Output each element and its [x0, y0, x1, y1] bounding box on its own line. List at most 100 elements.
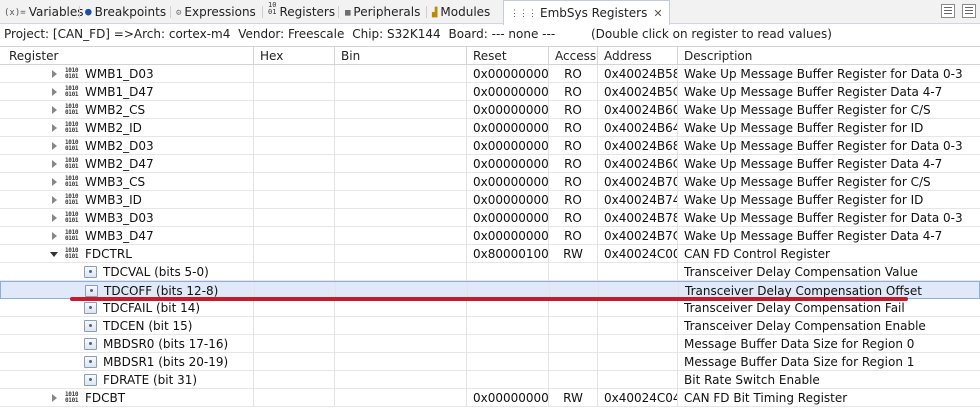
address-cell: 0x40024C00	[598, 245, 678, 263]
reset-cell	[467, 263, 549, 281]
tab-embsys-registers[interactable]: ⋮⋮⋮ EmbSys Registers ✕	[503, 0, 670, 25]
close-icon[interactable]: ✕	[653, 7, 662, 20]
expressions-icon: ⚙	[176, 8, 182, 18]
field-row[interactable]: TDCFAIL (bit 14) Transceiver Delay Compen…	[0, 299, 980, 317]
register-row[interactable]: 1010 0101 WMB3_D03 0x00000000 RO 0x40024B78 Wa…	[0, 209, 980, 227]
peripherals-icon: ▦	[345, 8, 351, 18]
expand-arrow-icon[interactable]	[52, 196, 57, 204]
register-row[interactable]: 1010 0101 WMB3_CS 0x00000000 RO 0x40024B70 Wak…	[0, 173, 980, 191]
register-icon: 1010 0101	[65, 67, 79, 80]
expand-arrow-icon[interactable]	[52, 124, 57, 132]
board-info: Board: --- none ---	[448, 27, 556, 41]
breakpoint-icon: ●	[85, 5, 92, 18]
tab-registers[interactable]: 10 01 Registers	[268, 0, 335, 24]
register-row[interactable]: 1010 0101 WMB3_D47 0x00000000 RO 0x40024B7C Wa…	[0, 227, 980, 245]
bin-cell	[335, 173, 467, 191]
tab-breakpoints[interactable]: ● Breakpoints	[85, 0, 166, 24]
register-row[interactable]: 1010 0101 WMB1_D03 0x00000000 RO 0x40024B58 Wa…	[0, 65, 980, 83]
tab-label: Registers	[279, 5, 336, 19]
reset-cell: 0x00000000	[467, 173, 549, 191]
view-tab-bar: (x)= Variables ● Breakpoints ⚙ Expressions …	[0, 0, 980, 25]
register-table: Register Hex Bin Reset Access Address De…	[0, 46, 980, 407]
column-header-register[interactable]: Register	[0, 47, 254, 65]
register-name: FDCTRL	[85, 247, 132, 261]
column-header-access[interactable]: Access	[549, 47, 598, 65]
address-cell: 0x40024B60	[598, 101, 678, 119]
expand-arrow-icon[interactable]	[52, 70, 57, 78]
field-row[interactable]: MBDSR1 (bits 20-19) Message Buffer Data S…	[0, 353, 980, 371]
tab-label: Modules	[440, 5, 491, 19]
register-row[interactable]: 1010 0101 WMB2_CS 0x00000000 RO 0x40024B60 Wak…	[0, 101, 980, 119]
description-cell: CAN FD Control Register	[684, 247, 830, 261]
register-row[interactable]: 1010 0101 WMB1_D47 0x00000000 RO 0x40024B5C Wa…	[0, 83, 980, 101]
register-row[interactable]: 1010 0101 WMB2_D03 0x00000000 RO 0x40024B68 Wa…	[0, 137, 980, 155]
register-icon: 1010 0101	[65, 139, 79, 152]
reset-cell: 0x00000000	[467, 101, 549, 119]
tab-label: EmbSys Registers	[540, 6, 648, 20]
tab-variables[interactable]: (x)= Variables	[4, 0, 84, 24]
expand-arrow-icon[interactable]	[52, 178, 57, 186]
bin-cell	[335, 353, 467, 371]
expand-arrow-icon[interactable]	[52, 88, 57, 96]
register-cell: 1010 0101 WMB2_D03	[0, 137, 254, 155]
expand-arrow-icon[interactable]	[52, 232, 57, 240]
expand-arrow-icon[interactable]	[52, 106, 57, 114]
field-row[interactable]: MBDSR0 (bits 17-16) Message Buffer Data S…	[0, 335, 980, 353]
column-header-hex[interactable]: Hex	[254, 47, 335, 65]
bin-cell	[335, 83, 467, 101]
annotation-underline	[70, 297, 908, 301]
bin-cell	[335, 227, 467, 245]
view-menu-icon[interactable]	[941, 4, 955, 18]
collapse-arrow-icon[interactable]	[50, 252, 58, 257]
register-row[interactable]: 1010 0101 FDCTRL 0x80000100 RW 0x40024C00 CAN …	[0, 245, 980, 263]
register-name: WMB2_D03	[85, 139, 154, 153]
field-row[interactable]: FDRATE (bit 31) Bit Rate Switch Enable	[0, 371, 980, 389]
column-header-reset[interactable]: Reset	[467, 47, 549, 65]
tab-separator	[79, 6, 80, 18]
expand-arrow-icon[interactable]	[52, 394, 57, 402]
table-body: 1010 0101 WMB1_D03 0x00000000 RO 0x40024B58 Wa…	[0, 65, 980, 407]
reset-cell: 0x00000000	[467, 119, 549, 137]
tab-separator	[262, 6, 263, 18]
column-header-description[interactable]: Description	[678, 47, 980, 65]
reset-cell: 0x00000000	[467, 191, 549, 209]
register-row[interactable]: 1010 0101 WMB3_ID 0x00000000 RO 0x40024B74 Wak…	[0, 191, 980, 209]
minimize-icon[interactable]	[962, 4, 976, 18]
expand-arrow-icon[interactable]	[52, 160, 57, 168]
bin-cell	[335, 155, 467, 173]
address-cell: 0x40024C04	[598, 389, 678, 407]
register-row[interactable]: 1010 0101 FDCBT 0x00000000 RW 0x40024C04 CAN F…	[0, 389, 980, 407]
bin-cell	[335, 245, 467, 263]
tab-peripherals[interactable]: ▦ Peripherals	[345, 0, 420, 24]
bitfield-icon	[84, 302, 97, 314]
register-cell: MBDSR0 (bits 17-16)	[0, 335, 254, 353]
column-header-address[interactable]: Address	[598, 47, 678, 65]
field-row[interactable]: TDCEN (bit 15) Transceiver Delay Compensa…	[0, 317, 980, 335]
address-cell	[598, 263, 678, 281]
bin-cell	[335, 119, 467, 137]
tab-label: Peripherals	[353, 5, 421, 19]
register-cell: 1010 0101 WMB1_D03	[0, 65, 254, 83]
expand-arrow-icon[interactable]	[52, 142, 57, 150]
hex-cell	[254, 209, 335, 227]
description-cell: Wake Up Message Buffer Register for ID	[684, 121, 924, 135]
bin-cell	[335, 65, 467, 83]
column-header-bin[interactable]: Bin	[335, 47, 467, 65]
field-row[interactable]: TDCVAL (bits 5-0) Transceiver Delay Compe…	[0, 263, 980, 281]
register-cell: 1010 0101 WMB3_CS	[0, 173, 254, 191]
field-name: MBDSR1 (bits 20-19)	[103, 355, 229, 369]
tab-modules[interactable]: ▟ Modules	[432, 0, 490, 24]
hex-cell	[254, 101, 335, 119]
access-cell: RO	[549, 101, 598, 119]
description-cell: Wake Up Message Buffer Register Data 4-7	[684, 85, 943, 99]
reset-cell	[467, 317, 549, 335]
description-cell: Wake Up Message Buffer Register for Data…	[684, 211, 963, 225]
register-name: WMB1_D03	[85, 67, 154, 81]
tab-expressions[interactable]: ⚙ Expressions	[176, 0, 256, 24]
register-row[interactable]: 1010 0101 WMB2_D47 0x00000000 RO 0x40024B6C Wa…	[0, 155, 980, 173]
address-cell: 0x40024B58	[598, 65, 678, 83]
register-cell: TDCVAL (bits 5-0)	[0, 263, 254, 281]
field-name: MBDSR0 (bits 17-16)	[103, 337, 229, 351]
expand-arrow-icon[interactable]	[52, 214, 57, 222]
register-row[interactable]: 1010 0101 WMB2_ID 0x00000000 RO 0x40024B64 Wak…	[0, 119, 980, 137]
